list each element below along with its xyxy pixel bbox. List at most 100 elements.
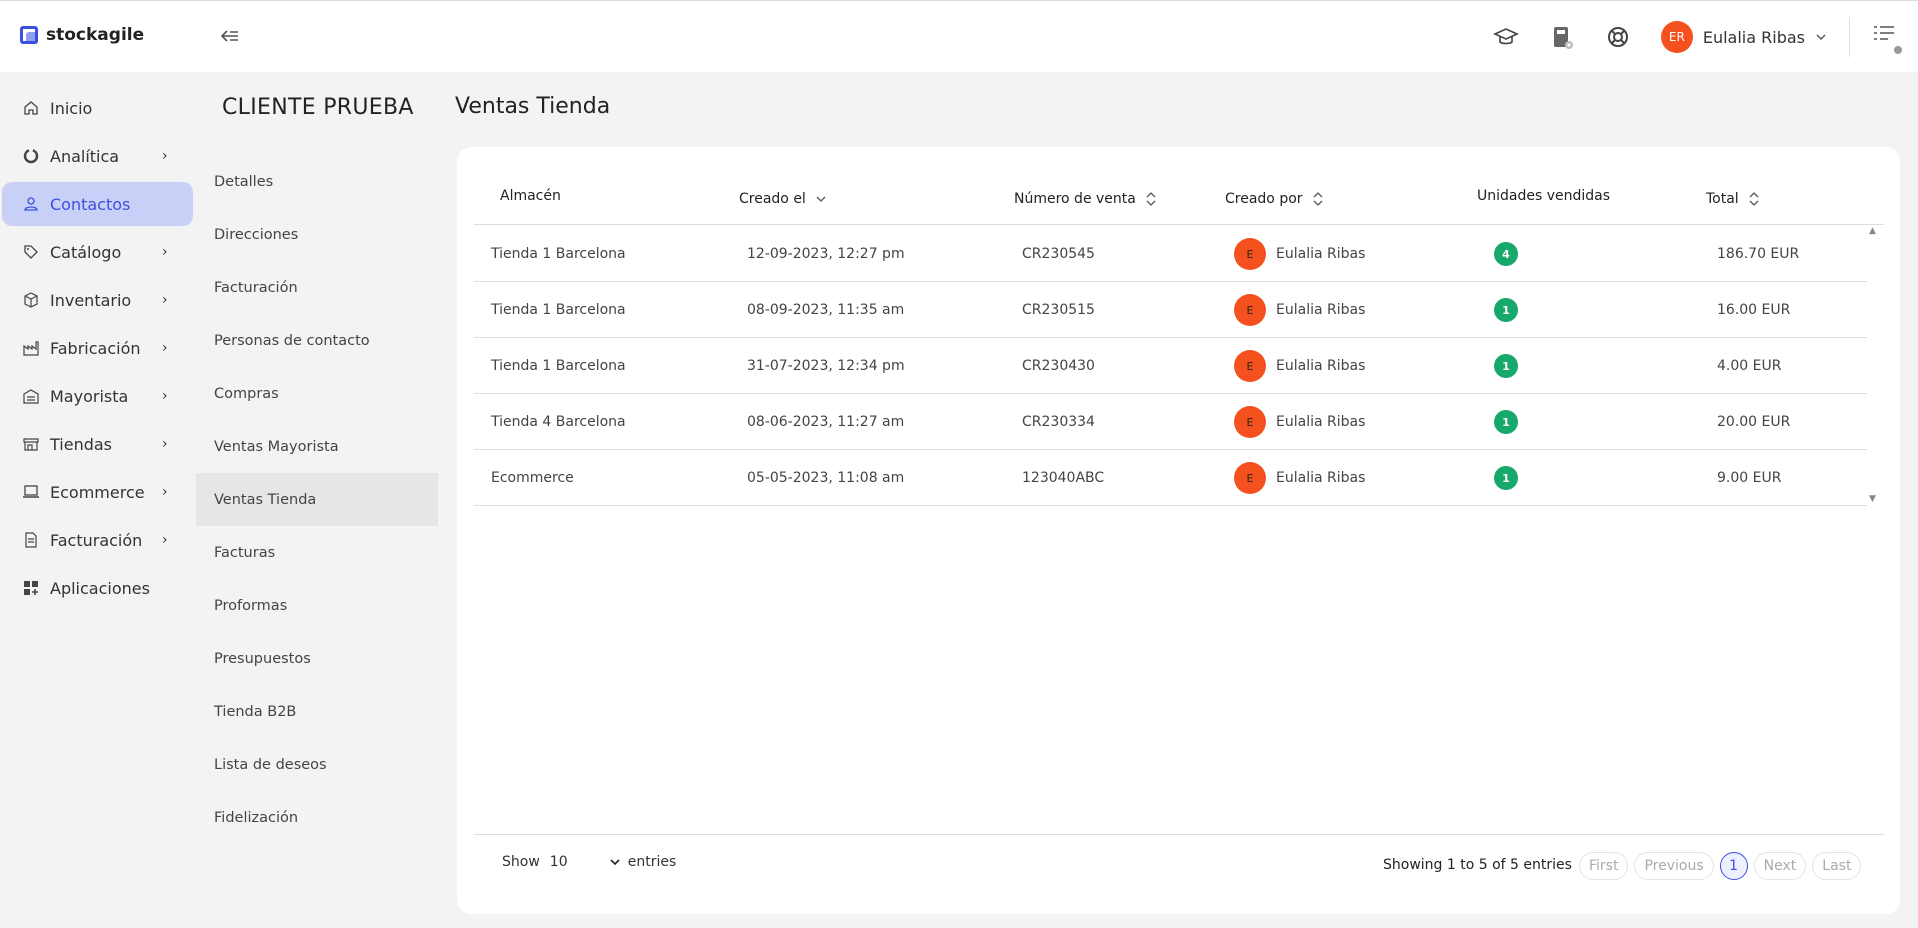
entries-select-value: 10 xyxy=(549,854,568,870)
subnav-item-ventas-tienda[interactable]: Ventas Tienda xyxy=(196,473,438,526)
header-unidades-vendidas[interactable]: Unidades vendidas xyxy=(1477,170,1610,222)
next-page-button[interactable]: Next xyxy=(1753,852,1807,880)
cell-creado-por: E Eulalia Ribas xyxy=(1234,338,1365,394)
cell-unidades: 1 xyxy=(1494,394,1518,450)
cell-almacen: Tienda 4 Barcelona xyxy=(491,414,626,430)
document-icon xyxy=(22,531,40,549)
logo-icon xyxy=(20,26,38,44)
subnav-item-tienda-b2b[interactable]: Tienda B2B xyxy=(196,685,438,738)
user-avatar: ER xyxy=(1660,21,1693,53)
header-numero-venta[interactable]: Número de venta xyxy=(1014,173,1156,225)
sidebar-item-label: Tiendas xyxy=(50,434,113,454)
last-page-button[interactable]: Last xyxy=(1812,852,1862,880)
showing-info: Showing 1 to 5 of 5 entries xyxy=(1383,857,1572,873)
cell-fecha: 08-06-2023, 11:27 am xyxy=(747,414,905,430)
subnav-item-personas-contacto[interactable]: Personas de contacto xyxy=(196,314,438,367)
cell-fecha: 05-05-2023, 11:08 am xyxy=(747,470,905,486)
table-row[interactable]: Tienda 4 Barcelona 08-06-2023, 11:27 am … xyxy=(474,394,1867,450)
sidebar-item-contactos[interactable]: Contactos xyxy=(2,182,193,226)
sidebar-item-tiendas[interactable]: Tiendas › xyxy=(2,422,193,466)
user-avatar: E xyxy=(1234,462,1266,494)
scroll-up-icon[interactable]: ▲ xyxy=(1869,226,1876,236)
subnav-item-presupuestos[interactable]: Presupuestos xyxy=(196,632,438,685)
previous-page-button[interactable]: Previous xyxy=(1634,852,1714,880)
cell-creado-por: E Eulalia Ribas xyxy=(1234,282,1365,338)
cell-numero: CR230515 xyxy=(1022,302,1095,318)
cell-total: 186.70 EUR xyxy=(1717,246,1800,262)
sidebar-item-facturacion[interactable]: Facturación › xyxy=(2,518,193,562)
cell-numero: CR230545 xyxy=(1022,246,1095,262)
cell-almacen: Tienda 1 Barcelona xyxy=(491,302,626,318)
apps-icon xyxy=(22,579,40,597)
units-badge: 4 xyxy=(1494,242,1518,266)
sidebar-item-label: Analítica xyxy=(50,146,120,166)
logo[interactable]: stockagile xyxy=(20,25,144,45)
table-row[interactable]: Ecommerce 05-05-2023, 11:08 am 123040ABC… xyxy=(474,450,1867,506)
graduation-cap-icon xyxy=(1492,28,1519,45)
subnav-item-direcciones[interactable]: Direcciones xyxy=(196,208,438,261)
subnav-item-compras[interactable]: Compras xyxy=(196,367,438,420)
academy-button[interactable] xyxy=(1492,24,1519,50)
subnav-item-proformas[interactable]: Proformas xyxy=(196,579,438,632)
table-scrollbar[interactable]: ▲ ▼ xyxy=(1867,226,1881,506)
entries-select[interactable]: 10 xyxy=(550,854,620,870)
collapse-arrow-icon xyxy=(220,30,238,42)
cell-fecha: 12-09-2023, 12:27 pm xyxy=(747,246,905,262)
page-length-control: Show 10 entries xyxy=(502,854,676,870)
cell-unidades: 1 xyxy=(1494,338,1518,394)
subnav-item-ventas-mayorista[interactable]: Ventas Mayorista xyxy=(196,420,438,473)
sidebar-item-label: Aplicaciones xyxy=(50,578,150,598)
subnav-item-lista-deseos[interactable]: Lista de deseos xyxy=(196,738,438,791)
user-avatar: E xyxy=(1234,406,1266,438)
page-1-button[interactable]: 1 xyxy=(1719,852,1748,880)
sidebar-item-label: Inventario xyxy=(50,290,132,310)
header-almacen[interactable]: Almacén xyxy=(500,170,561,222)
sidebar-item-fabricacion[interactable]: Fabricación › xyxy=(2,326,193,370)
chart-icon xyxy=(22,147,40,165)
sidebar-item-catalogo[interactable]: Catálogo › xyxy=(2,230,193,274)
sidebar-item-label: Contactos xyxy=(50,194,131,214)
pagination: First Previous 1 Next Last xyxy=(1579,852,1862,880)
printer-button[interactable] xyxy=(1549,24,1575,50)
sidebar-item-ecommerce[interactable]: Ecommerce › xyxy=(2,470,193,514)
contact-subnav: Detalles Direcciones Facturación Persona… xyxy=(196,155,438,844)
user-name: Eulalia Ribas xyxy=(1276,246,1366,262)
subnav-item-fidelizacion[interactable]: Fidelización xyxy=(196,791,438,844)
cell-creado-por: E Eulalia Ribas xyxy=(1234,226,1365,282)
chevron-right-icon: › xyxy=(162,244,168,260)
first-page-button[interactable]: First xyxy=(1579,852,1629,880)
logo-text: stockagile xyxy=(46,25,145,45)
header-creado-el[interactable]: Creado el xyxy=(739,173,826,225)
table-row[interactable]: Tienda 1 Barcelona 08-09-2023, 11:35 am … xyxy=(474,282,1867,338)
printer-icon xyxy=(1553,27,1573,49)
user-name: Eulalia Ribas xyxy=(1276,470,1366,486)
help-button[interactable] xyxy=(1605,24,1631,50)
header-label: Unidades vendidas xyxy=(1477,188,1611,204)
header-total[interactable]: Total xyxy=(1706,173,1759,225)
header-label: Creado por xyxy=(1225,191,1303,207)
sidebar-item-inventario[interactable]: Inventario › xyxy=(2,278,193,322)
units-badge: 1 xyxy=(1494,354,1518,378)
chevron-right-icon: › xyxy=(162,388,168,404)
sort-desc-icon xyxy=(816,196,826,202)
header-creado-por[interactable]: Creado por xyxy=(1225,173,1323,225)
subnav-item-facturas[interactable]: Facturas xyxy=(196,526,438,579)
table-row[interactable]: Tienda 1 Barcelona 31-07-2023, 12:34 pm … xyxy=(474,338,1867,394)
scroll-down-icon[interactable]: ▼ xyxy=(1869,494,1876,504)
cell-total: 20.00 EUR xyxy=(1717,414,1791,430)
subnav-item-facturacion[interactable]: Facturación xyxy=(196,261,438,314)
table-row[interactable]: Tienda 1 Barcelona 12-09-2023, 12:27 pm … xyxy=(474,226,1867,282)
sidebar-item-mayorista[interactable]: Mayorista › xyxy=(2,374,193,418)
chevron-down-icon xyxy=(1816,34,1826,40)
tasks-button[interactable] xyxy=(1872,24,1904,56)
chevron-right-icon: › xyxy=(162,436,168,452)
collapse-sidebar-button[interactable] xyxy=(220,27,240,48)
sidebar-item-analitica[interactable]: Analítica › xyxy=(2,134,193,178)
sidebar-item-aplicaciones[interactable]: Aplicaciones xyxy=(2,566,193,610)
user-name: Eulalia Ribas xyxy=(1276,358,1366,374)
sidebar-item-inicio[interactable]: Inicio xyxy=(2,86,193,130)
subnav-item-detalles[interactable]: Detalles xyxy=(196,155,438,208)
cell-numero: CR230334 xyxy=(1022,414,1095,430)
user-avatar: E xyxy=(1234,350,1266,382)
user-menu[interactable]: ER Eulalia Ribas xyxy=(1660,21,1827,53)
